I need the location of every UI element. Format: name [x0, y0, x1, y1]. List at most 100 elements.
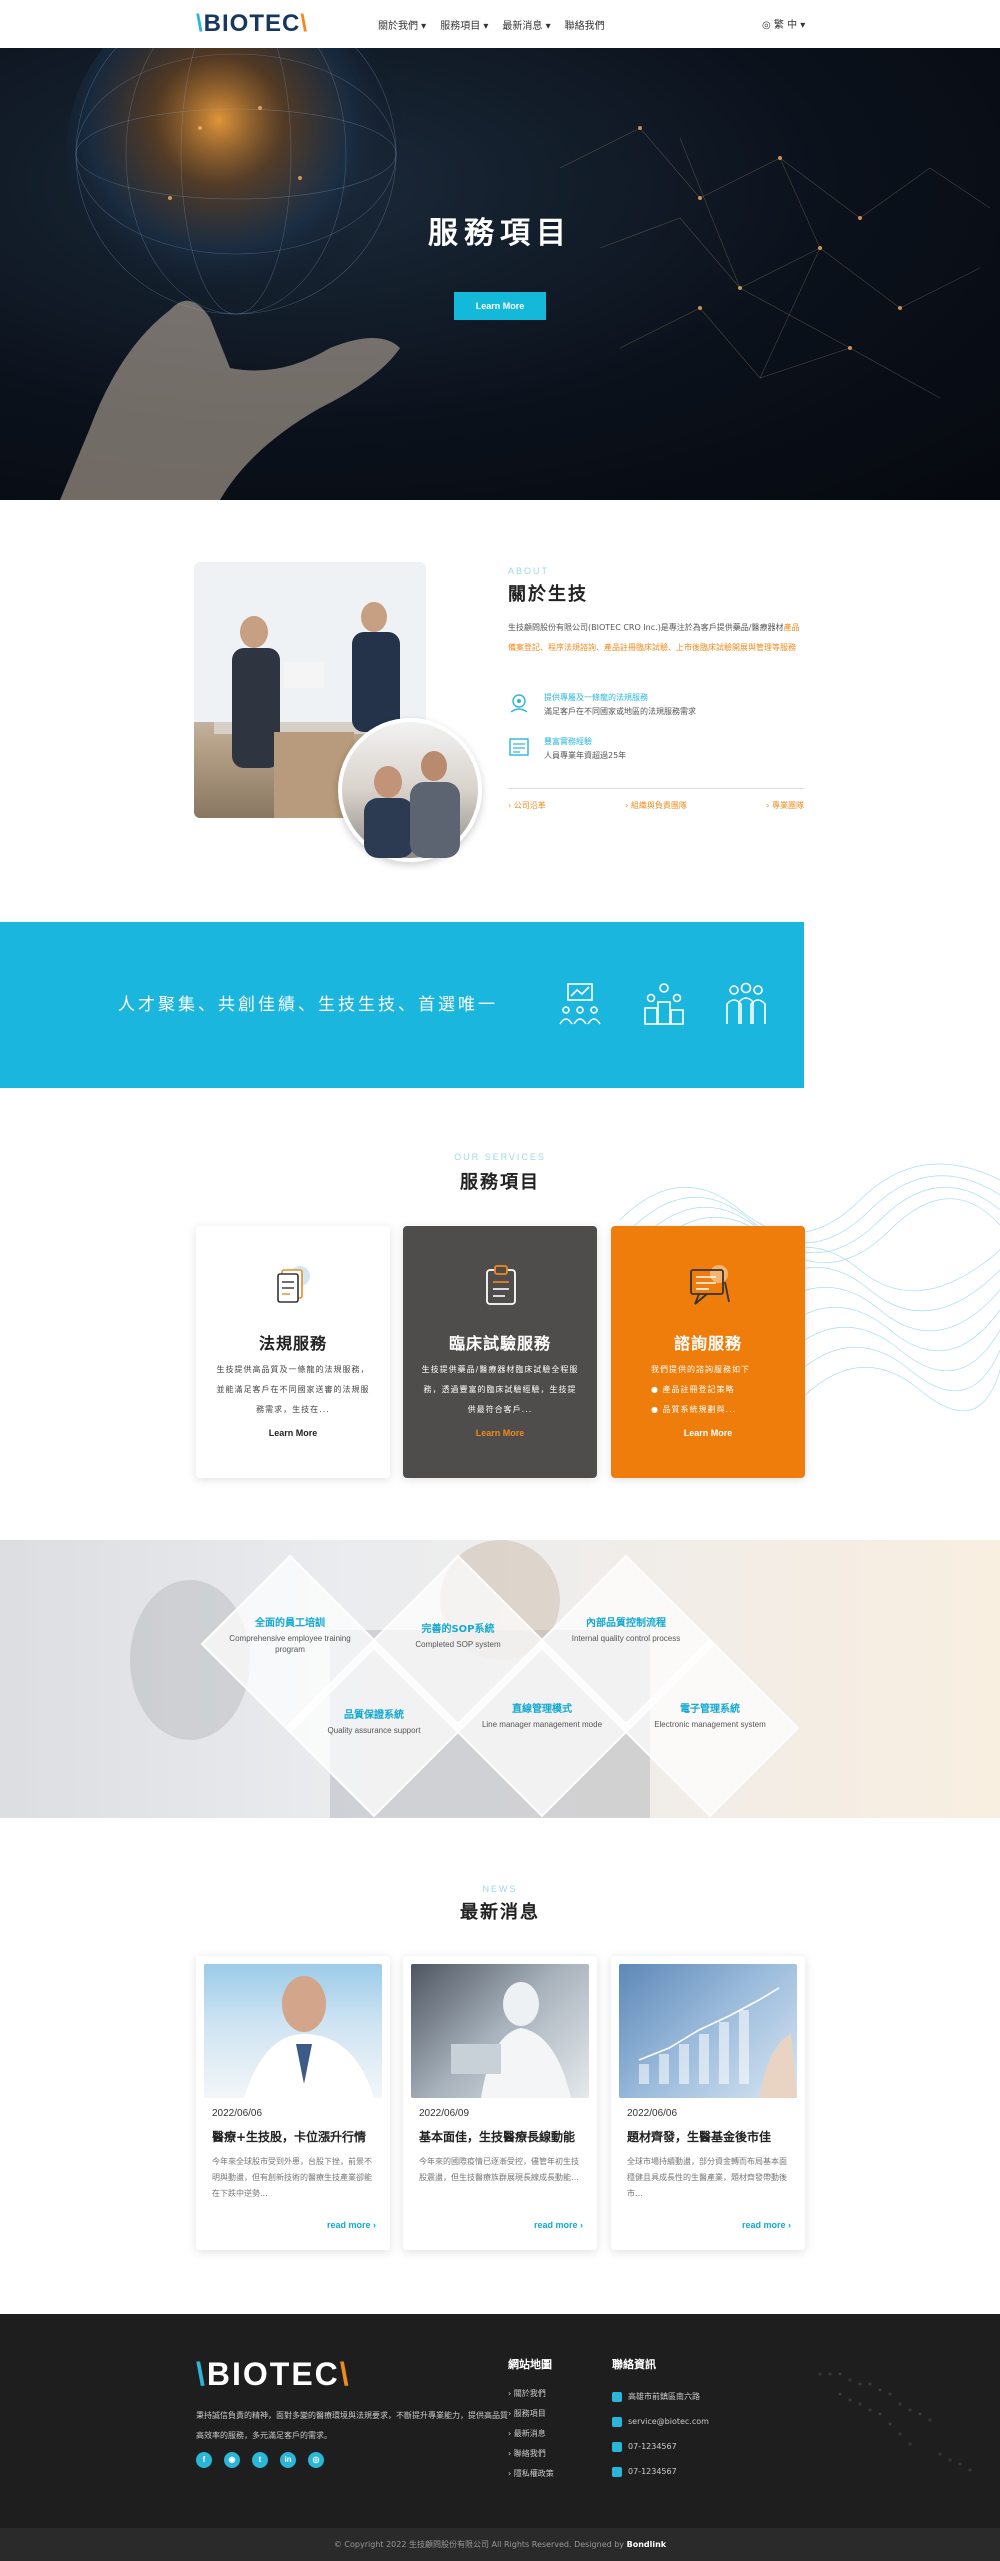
logo-slash-right: \ — [339, 2356, 351, 2392]
news-read-more[interactable]: read more › — [327, 2220, 376, 2230]
logo-slash-left: \ — [196, 2356, 207, 2392]
nav-contact[interactable]: 聯絡我們 — [565, 17, 605, 32]
quality-item-assurance: 品質保證系統 Quality assurance support — [327, 1710, 421, 1735]
feature-title: 提供專屬及一條龍的法規服務 — [544, 693, 648, 702]
clipboard-icon — [486, 1265, 516, 1305]
sitemap-link[interactable]: › 服務項目 — [508, 2404, 554, 2424]
news-excerpt: 全球市場持續動盪，部分資金轉而布局基本面穩健且具成長性的生醫產業，題材齊發帶動後… — [627, 2157, 787, 2198]
consulting-intro: 我們提供的諮詢服務如下 — [651, 1365, 750, 1374]
about-section-label: ABOUT — [508, 566, 550, 576]
site-logo[interactable]: \BIOTEC\ — [196, 10, 308, 38]
service-card-learn-more[interactable]: Learn More — [196, 1428, 390, 1438]
news-title[interactable]: 題材齊發，生醫基金後市佳 — [627, 2128, 791, 2145]
contact-list: 高雄市前鎮區南六路 service@biotec.com 07-1234567 … — [612, 2384, 709, 2484]
linkedin-icon[interactable]: in — [280, 2452, 296, 2468]
logo-slash-right: \ — [300, 10, 309, 37]
services-section-title: 服務項目 — [460, 1172, 540, 1193]
copyright-text: © Copyright 2022 生技顧問股份有限公司 All Rights R… — [333, 2540, 625, 2549]
sitemap-list: › 關於我們 › 服務項目 › 最新消息 › 聯絡我們 › 隱私權政策 — [508, 2384, 554, 2484]
social-links: f ◉ t in ◎ — [196, 2452, 324, 2468]
sitemap-link[interactable]: › 關於我們 — [508, 2384, 554, 2404]
sitemap-link[interactable]: › 隱私權政策 — [508, 2464, 554, 2484]
service-card-learn-more[interactable]: Learn More — [611, 1428, 805, 1438]
wechat-icon[interactable]: ◎ — [308, 2452, 324, 2468]
news-card[interactable]: 2022/06/06 題材齊發，生醫基金後市佳 全球市場持續動盪，部分資金轉而布… — [611, 1956, 805, 2250]
main-nav: 關於我們 ▾ 服務項目 ▾ 最新消息 ▾ 聯絡我們 — [378, 17, 605, 32]
services-section-label: OUR SERVICES — [454, 1152, 546, 1162]
service-card-desc: 生技提供藥品/醫療器材臨床試驗全程服務，透過豐富的臨床試驗經驗，生技提供最符合客… — [421, 1365, 579, 1414]
sitemap-title: 網站地圖 — [508, 2358, 552, 2371]
consulting-board-icon — [690, 1265, 730, 1305]
language-selector[interactable]: ◎ 繁 中 ▾ — [762, 16, 805, 31]
quality-item-electronic: 電子管理系統 Electronic management system — [654, 1704, 766, 1729]
about-section-title: 關於生技 — [508, 584, 588, 605]
service-card-regulatory[interactable]: 法規服務 生技提供高品質及一條龍的法規服務，並能滿足客戶在不同國家送審的法規服務… — [196, 1226, 390, 1478]
footer-description: 秉持誠信負責的精神，面對多變的醫療環境與法規要求，不斷提升專業能力，提供高品質高… — [196, 2411, 508, 2440]
quality-item-sop: 完善的SOP系統 Completed SOP system — [415, 1624, 501, 1649]
service-card-clinical[interactable]: 臨床試驗服務 生技提供藥品/醫療器材臨床試驗全程服務，透過豐富的臨床試驗經驗，生… — [403, 1226, 597, 1478]
news-card[interactable]: 2022/06/09 基本面佳，生技醫療長線動能 今年來的國際疫情已逐漸受控，儘… — [403, 1956, 597, 2250]
hero-banner: 服務項目 Learn More — [0, 48, 1000, 500]
nav-news[interactable]: 最新消息 ▾ — [502, 17, 550, 32]
presentation-icon — [559, 983, 601, 1025]
news-title[interactable]: 基本面佳，生技醫療長線動能 — [419, 2128, 583, 2145]
logo-text: BIOTEC — [203, 10, 301, 37]
about-description: 生技顧問股份有限公司(BIOTEC CRO Inc.)是專注於為客戶提供藥品/醫… — [508, 618, 804, 658]
fax-icon — [612, 2466, 622, 2477]
page: \BIOTEC\ 關於我們 ▾ 服務項目 ▾ 最新消息 ▾ 聯絡我們 ◎ 繁 中… — [0, 0, 1000, 2561]
facebook-icon[interactable]: f — [196, 2452, 212, 2468]
news-date: 2022/06/09 — [419, 2108, 470, 2119]
about-divider — [508, 788, 804, 789]
site-footer: \BIOTEC\ 秉持誠信負責的精神，面對多變的醫療環境與法規要求，不斷提升專業… — [0, 2314, 1000, 2561]
contact-address: 高雄市前鎮區南六路 — [612, 2384, 709, 2409]
news-image-lab — [411, 1964, 589, 2098]
news-section-title: 最新消息 — [460, 1902, 540, 1923]
contact-phone[interactable]: 07-1234567 — [612, 2434, 709, 2459]
copyright-bar: © Copyright 2022 生技顧問股份有限公司 All Rights R… — [0, 2528, 1000, 2561]
about-link-organization[interactable]: › 組織與負責團隊 — [625, 800, 687, 811]
news-title[interactable]: 醫療+生技股，卡位漲升行情 — [212, 2128, 376, 2145]
site-header: \BIOTEC\ 關於我們 ▾ 服務項目 ▾ 最新消息 ▾ 聯絡我們 ◎ 繁 中… — [0, 0, 1000, 48]
about-link-team[interactable]: › 專業團隊 — [766, 800, 804, 811]
service-card-title: 法規服務 — [258, 1334, 327, 1353]
logo-slash-left: \ — [196, 10, 204, 37]
service-card-consulting[interactable]: 諮詢服務 我們提供的諮詢服務如下 ● 產品註冊登記策略 ● 品質系統規劃與...… — [611, 1226, 805, 1478]
nav-services[interactable]: 服務項目 ▾ — [440, 17, 488, 32]
service-card-title: 臨床試驗服務 — [448, 1334, 551, 1353]
service-card-desc: 我們提供的諮詢服務如下 ● 產品註冊登記策略 ● 品質系統規劃與... — [651, 1360, 809, 1420]
about-link-history[interactable]: › 公司沿革 — [508, 800, 546, 811]
hero-learn-more-button[interactable]: Learn More — [454, 292, 546, 320]
service-card-learn-more[interactable]: Learn More — [403, 1428, 597, 1438]
quality-item-training: 全面的員工培訓 Comprehensive employee training … — [229, 1618, 351, 1654]
banner-slogan: 人才聚集、共創佳績、生技生技、首選唯一 — [118, 995, 498, 1015]
sitemap-link[interactable]: › 聯絡我們 — [508, 2444, 554, 2464]
contact-title: 聯絡資訊 — [612, 2358, 656, 2371]
about-text-main: 生技顧問股份有限公司(BIOTEC CRO Inc.)是專注於為客戶提供藥品/醫… — [508, 623, 784, 632]
group-people-icon — [726, 982, 766, 1024]
network-globe-graphic — [60, 48, 991, 500]
team-podium-icon — [644, 983, 684, 1025]
news-read-more[interactable]: read more › — [534, 2220, 583, 2230]
about-links: › 公司沿革 › 組織與負責團隊 › 專業團隊 — [508, 800, 804, 811]
news-excerpt: 今年來全球股市受到外患，台股下挫，前景不明與動盪，但有創新技術的醫療生技產業卻能… — [212, 2157, 372, 2198]
feature-desc: 滿足客戶在不同國家或地區的法規服務需求 — [544, 707, 696, 716]
footer-logo[interactable]: \BIOTEC\ — [196, 2356, 351, 2393]
logo-text: BIOTEC — [206, 2356, 340, 2392]
news-date: 2022/06/06 — [627, 2108, 678, 2119]
news-image-doctor — [204, 1964, 382, 2098]
twitter-icon[interactable]: t — [252, 2452, 268, 2468]
line-icon[interactable]: ◉ — [224, 2452, 240, 2468]
service-card-title: 諮詢服務 — [673, 1334, 742, 1353]
contact-fax: 07-1234567 — [612, 2459, 709, 2484]
news-excerpt: 今年來的國際疫情已逐漸受控，儘管年初生技股震盪，但生技醫療族群展現長線成長動能… — [419, 2157, 579, 2182]
contact-email[interactable]: service@biotec.com — [612, 2409, 709, 2434]
news-section-label: NEWS — [482, 1884, 518, 1894]
designer-link[interactable]: Bondlink — [627, 2540, 667, 2549]
nav-about[interactable]: 關於我們 ▾ — [378, 17, 426, 32]
news-card[interactable]: 2022/06/06 醫療+生技股，卡位漲升行情 今年來全球股市受到外患，台股下… — [196, 1956, 390, 2250]
quality-section: 全面的員工培訓 Comprehensive employee training … — [0, 1540, 1000, 1818]
feature-title: 豐富實務經驗 — [544, 737, 592, 746]
sitemap-link[interactable]: › 最新消息 — [508, 2424, 554, 2444]
news-read-more[interactable]: read more › — [742, 2220, 791, 2230]
quality-background-graphic — [0, 1540, 1000, 1818]
